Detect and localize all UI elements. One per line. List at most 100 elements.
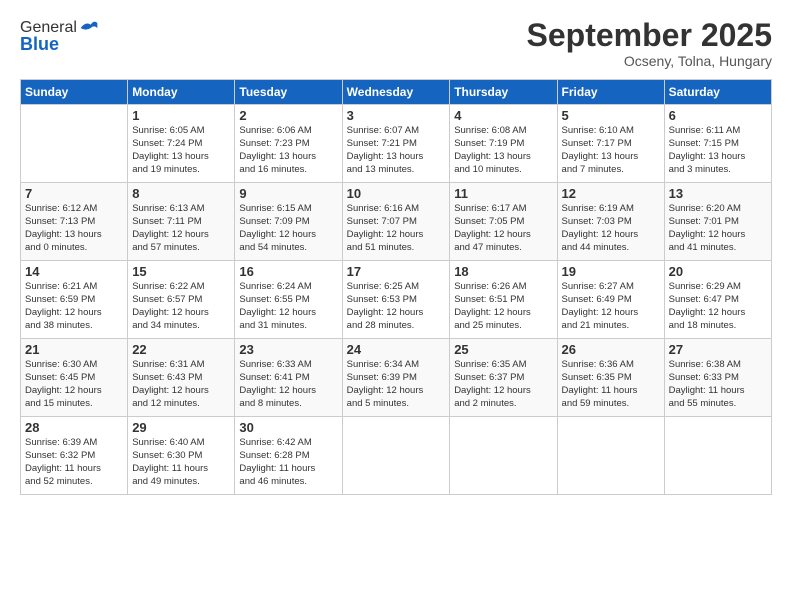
col-wednesday: Wednesday (342, 80, 450, 105)
table-row: 29 Sunrise: 6:40 AMSunset: 6:30 PMDayligh… (128, 417, 235, 495)
day-number: 29 (132, 420, 230, 435)
day-number: 17 (347, 264, 446, 279)
table-row: 28Sunrise: 6:39 AMSunset: 6:32 PMDayligh… (21, 417, 128, 495)
day-info: Sunrise: 6:21 AMSunset: 6:59 PMDaylight:… (25, 281, 123, 332)
day-number: 5 (562, 108, 660, 123)
day-info: Sunrise: 6:24 AMSunset: 6:55 PMDaylight:… (239, 281, 337, 332)
day-number: 12 (562, 186, 660, 201)
calendar-week-row: 14 Sunrise: 6:21 AMSunset: 6:59 PMDayligh… (21, 261, 772, 339)
day-info: Sunrise: 6:35 AMSunset: 6:37 PMDaylight:… (454, 359, 552, 410)
day-info: Sunrise: 6:34 AMSunset: 6:39 PMDaylight:… (347, 359, 446, 410)
table-row: 22Sunrise: 6:31 AMSunset: 6:43 PMDayligh… (128, 339, 235, 417)
table-row: 5 Sunrise: 6:10 AMSunset: 7:17 PMDaylight… (557, 105, 664, 183)
logo-icon (79, 18, 99, 38)
table-row: 20Sunrise: 6:29 AMSunset: 6:47 PMDayligh… (664, 261, 771, 339)
day-number: 20 (669, 264, 767, 279)
day-number: 24 (347, 342, 446, 357)
col-tuesday: Tuesday (235, 80, 342, 105)
day-number: 8 (132, 186, 230, 201)
table-row: 17 Sunrise: 6:25 AMSunset: 6:53 PMDayligh… (342, 261, 450, 339)
table-row: 25 Sunrise: 6:35 AMSunset: 6:37 PMDayligh… (450, 339, 557, 417)
table-row: 19Sunrise: 6:27 AMSunset: 6:49 PMDayligh… (557, 261, 664, 339)
day-number: 25 (454, 342, 552, 357)
table-row: 15Sunrise: 6:22 AMSunset: 6:57 PMDayligh… (128, 261, 235, 339)
day-number: 3 (347, 108, 446, 123)
calendar-header-row: Sunday Monday Tuesday Wednesday Thursday… (21, 80, 772, 105)
calendar-week-row: 28Sunrise: 6:39 AMSunset: 6:32 PMDayligh… (21, 417, 772, 495)
day-number: 10 (347, 186, 446, 201)
table-row: 12Sunrise: 6:19 AMSunset: 7:03 PMDayligh… (557, 183, 664, 261)
table-row: 26 Sunrise: 6:36 AMSunset: 6:35 PMDayligh… (557, 339, 664, 417)
day-number: 6 (669, 108, 767, 123)
day-number: 21 (25, 342, 123, 357)
day-info: Sunrise: 6:16 AMSunset: 7:07 PMDaylight:… (347, 203, 446, 254)
day-info: Sunrise: 6:42 AMSunset: 6:28 PMDaylight:… (239, 437, 337, 488)
day-number: 4 (454, 108, 552, 123)
day-info: Sunrise: 6:26 AMSunset: 6:51 PMDaylight:… (454, 281, 552, 332)
day-info: Sunrise: 6:30 AMSunset: 6:45 PMDaylight:… (25, 359, 123, 410)
day-number: 14 (25, 264, 123, 279)
day-number: 1 (132, 108, 230, 123)
table-row: 16 Sunrise: 6:24 AMSunset: 6:55 PMDayligh… (235, 261, 342, 339)
page-header: General Blue September 2025 Ocseny, Toln… (20, 18, 772, 69)
day-info: Sunrise: 6:15 AMSunset: 7:09 PMDaylight:… (239, 203, 337, 254)
day-info: Sunrise: 6:36 AMSunset: 6:35 PMDaylight:… (562, 359, 660, 410)
title-block: September 2025 Ocseny, Tolna, Hungary (527, 18, 772, 69)
day-number: 30 (239, 420, 337, 435)
table-row (450, 417, 557, 495)
day-number: 27 (669, 342, 767, 357)
table-row (664, 417, 771, 495)
day-info: Sunrise: 6:08 AMSunset: 7:19 PMDaylight:… (454, 125, 552, 176)
day-info: Sunrise: 6:13 AMSunset: 7:11 PMDaylight:… (132, 203, 230, 254)
day-number: 13 (669, 186, 767, 201)
day-number: 23 (239, 342, 337, 357)
location-subtitle: Ocseny, Tolna, Hungary (527, 53, 772, 69)
table-row: 8 Sunrise: 6:13 AMSunset: 7:11 PMDaylight… (128, 183, 235, 261)
table-row: 1Sunrise: 6:05 AMSunset: 7:24 PMDaylight… (128, 105, 235, 183)
table-row: 6 Sunrise: 6:11 AMSunset: 7:15 PMDaylight… (664, 105, 771, 183)
day-info: Sunrise: 6:20 AMSunset: 7:01 PMDaylight:… (669, 203, 767, 254)
table-row: 9Sunrise: 6:15 AMSunset: 7:09 PMDaylight… (235, 183, 342, 261)
day-number: 11 (454, 186, 552, 201)
table-row: 14 Sunrise: 6:21 AMSunset: 6:59 PMDayligh… (21, 261, 128, 339)
day-number: 15 (132, 264, 230, 279)
day-info: Sunrise: 6:40 AMSunset: 6:30 PMDaylight:… (132, 437, 230, 488)
table-row: 11Sunrise: 6:17 AMSunset: 7:05 PMDayligh… (450, 183, 557, 261)
table-row: 13 Sunrise: 6:20 AMSunset: 7:01 PMDayligh… (664, 183, 771, 261)
logo: General Blue (20, 18, 99, 55)
day-number: 18 (454, 264, 552, 279)
table-row: 23 Sunrise: 6:33 AMSunset: 6:41 PMDayligh… (235, 339, 342, 417)
table-row: 2 Sunrise: 6:06 AMSunset: 7:23 PMDaylight… (235, 105, 342, 183)
table-row (557, 417, 664, 495)
day-number: 28 (25, 420, 123, 435)
day-info: Sunrise: 6:07 AMSunset: 7:21 PMDaylight:… (347, 125, 446, 176)
table-row: 7 Sunrise: 6:12 AMSunset: 7:13 PMDaylight… (21, 183, 128, 261)
table-row: 3 Sunrise: 6:07 AMSunset: 7:21 PMDaylight… (342, 105, 450, 183)
day-number: 16 (239, 264, 337, 279)
table-row: 4 Sunrise: 6:08 AMSunset: 7:19 PMDaylight… (450, 105, 557, 183)
col-monday: Monday (128, 80, 235, 105)
col-thursday: Thursday (450, 80, 557, 105)
table-row (342, 417, 450, 495)
table-row: 27 Sunrise: 6:38 AMSunset: 6:33 PMDayligh… (664, 339, 771, 417)
day-info: Sunrise: 6:38 AMSunset: 6:33 PMDaylight:… (669, 359, 767, 410)
col-saturday: Saturday (664, 80, 771, 105)
table-row: 10 Sunrise: 6:16 AMSunset: 7:07 PMDayligh… (342, 183, 450, 261)
day-info: Sunrise: 6:06 AMSunset: 7:23 PMDaylight:… (239, 125, 337, 176)
table-row: 18 Sunrise: 6:26 AMSunset: 6:51 PMDayligh… (450, 261, 557, 339)
day-number: 26 (562, 342, 660, 357)
calendar-week-row: 21 Sunrise: 6:30 AMSunset: 6:45 PMDayligh… (21, 339, 772, 417)
table-row: 24 Sunrise: 6:34 AMSunset: 6:39 PMDayligh… (342, 339, 450, 417)
day-number: 19 (562, 264, 660, 279)
day-number: 7 (25, 186, 123, 201)
day-number: 2 (239, 108, 337, 123)
table-row (21, 105, 128, 183)
day-info: Sunrise: 6:25 AMSunset: 6:53 PMDaylight:… (347, 281, 446, 332)
day-info: Sunrise: 6:10 AMSunset: 7:17 PMDaylight:… (562, 125, 660, 176)
month-title: September 2025 (527, 18, 772, 53)
col-friday: Friday (557, 80, 664, 105)
day-info: Sunrise: 6:11 AMSunset: 7:15 PMDaylight:… (669, 125, 767, 176)
day-info: Sunrise: 6:33 AMSunset: 6:41 PMDaylight:… (239, 359, 337, 410)
day-info: Sunrise: 6:12 AMSunset: 7:13 PMDaylight:… (25, 203, 123, 254)
day-info: Sunrise: 6:31 AMSunset: 6:43 PMDaylight:… (132, 359, 230, 410)
